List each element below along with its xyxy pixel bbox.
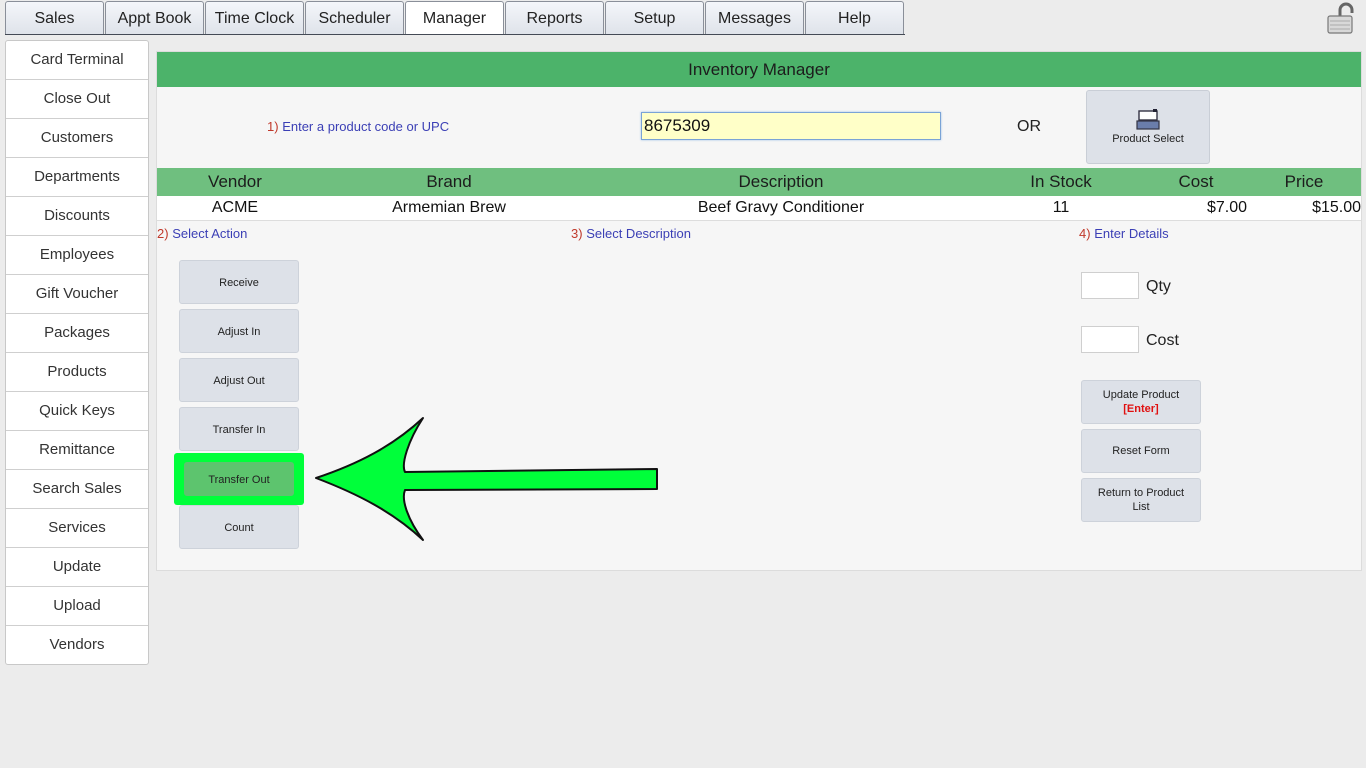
tab-sales[interactable]: Sales — [5, 1, 104, 34]
step1-text: Enter a product code or UPC — [282, 119, 450, 134]
update-product-label: Update Product — [1102, 389, 1180, 401]
step2-text: Select Action — [172, 226, 248, 241]
reset-form-button[interactable]: Reset Form — [1081, 429, 1201, 473]
col-in-stock: In Stock — [1030, 172, 1092, 191]
step1-number: 1) — [267, 119, 279, 134]
sidebar-item-quick-keys[interactable]: Quick Keys — [6, 392, 148, 431]
qty-label: Qty — [1146, 278, 1171, 295]
sidebar-item-services[interactable]: Services — [6, 509, 148, 548]
col-brand: Brand — [426, 172, 472, 191]
sidebar-item-packages[interactable]: Packages — [6, 314, 148, 353]
cell-vendor: ACME — [211, 199, 259, 216]
left-arrow-icon — [315, 417, 658, 541]
adjust-out-button[interactable]: Adjust Out — [179, 358, 299, 402]
main-tabs: Sales Appt Book Time Clock Scheduler Man… — [5, 1, 905, 35]
step3-text: Select Description — [586, 226, 691, 241]
cell-price: $15.00 — [1312, 199, 1361, 216]
tab-help[interactable]: Help — [805, 1, 904, 34]
return-to-product-list-button[interactable]: Return to Product List — [1081, 478, 1201, 522]
sidebar-item-customers[interactable]: Customers — [6, 119, 148, 158]
reset-form-label: Reset Form — [1112, 445, 1170, 457]
qty-input[interactable] — [1081, 272, 1139, 299]
cell-cost: $7.00 — [1206, 199, 1247, 216]
sidebar-item-close-out[interactable]: Close Out — [6, 80, 148, 119]
sidebar: Card Terminal Close Out Customers Depart… — [5, 40, 149, 665]
col-cost: Cost — [1178, 172, 1214, 191]
sidebar-item-search-sales[interactable]: Search Sales — [6, 470, 148, 509]
update-product-hint: [Enter] — [1123, 403, 1159, 415]
product-select-button[interactable]: Product Select — [1086, 90, 1210, 164]
tab-reports[interactable]: Reports — [505, 1, 604, 34]
sidebar-item-vendors[interactable]: Vendors — [6, 626, 148, 664]
step1-label: 1) Enter a product code or UPC — [267, 119, 449, 134]
unlocked-padlock-icon[interactable] — [1326, 2, 1360, 34]
sidebar-item-card-terminal[interactable]: Card Terminal — [6, 41, 148, 80]
register-icon — [1136, 109, 1160, 130]
transfer-out-button[interactable]: Transfer Out — [184, 462, 294, 496]
tabs-divider — [5, 34, 905, 35]
cost-input[interactable] — [1081, 326, 1139, 353]
cell-description: Beef Gravy Conditioner — [697, 199, 865, 216]
step2-number: 2) — [157, 226, 169, 241]
tab-manager[interactable]: Manager — [405, 1, 504, 34]
step3-label: 3) Select Description — [571, 226, 691, 241]
count-button[interactable]: Count — [179, 505, 299, 549]
sidebar-item-gift-voucher[interactable]: Gift Voucher — [6, 275, 148, 314]
cost-label: Cost — [1146, 332, 1179, 349]
or-label: OR — [1017, 118, 1041, 135]
tab-appt-book[interactable]: Appt Book — [105, 1, 204, 34]
transfer-in-button[interactable]: Transfer In — [179, 407, 299, 451]
adjust-in-button[interactable]: Adjust In — [179, 309, 299, 353]
sidebar-item-employees[interactable]: Employees — [6, 236, 148, 275]
step4-number: 4) — [1079, 226, 1091, 241]
step2-label: 2) Select Action — [157, 226, 247, 241]
cell-in-stock: 11 — [1052, 199, 1070, 216]
table-header: Vendor Brand Description In Stock Cost P… — [157, 168, 1361, 196]
product-select-label: Product Select — [1112, 133, 1184, 145]
sidebar-item-products[interactable]: Products — [6, 353, 148, 392]
col-price: Price — [1284, 172, 1324, 191]
step3-number: 3) — [571, 226, 583, 241]
tab-time-clock[interactable]: Time Clock — [205, 1, 304, 34]
cell-brand: Armemian Brew — [392, 199, 506, 216]
page-title: Inventory Manager — [157, 52, 1361, 87]
tab-messages[interactable]: Messages — [705, 1, 804, 34]
col-description: Description — [738, 172, 824, 191]
sidebar-item-remittance[interactable]: Remittance — [6, 431, 148, 470]
tab-setup[interactable]: Setup — [605, 1, 704, 34]
product-code-input[interactable] — [641, 112, 941, 140]
return-to-product-list-label: Return to Product List — [1097, 487, 1185, 513]
sidebar-item-discounts[interactable]: Discounts — [6, 197, 148, 236]
step4-text: Enter Details — [1094, 226, 1169, 241]
tab-scheduler[interactable]: Scheduler — [305, 1, 404, 34]
table-row: ACME Armemian Brew Beef Gravy Conditione… — [157, 196, 1361, 221]
col-vendor: Vendor — [208, 172, 262, 191]
sidebar-item-upload[interactable]: Upload — [6, 587, 148, 626]
update-product-button[interactable]: Update Product [Enter] — [1081, 380, 1201, 424]
step4-label: 4) Enter Details — [1079, 226, 1169, 241]
receive-button[interactable]: Receive — [179, 260, 299, 304]
sidebar-item-update[interactable]: Update — [6, 548, 148, 587]
sidebar-item-departments[interactable]: Departments — [6, 158, 148, 197]
